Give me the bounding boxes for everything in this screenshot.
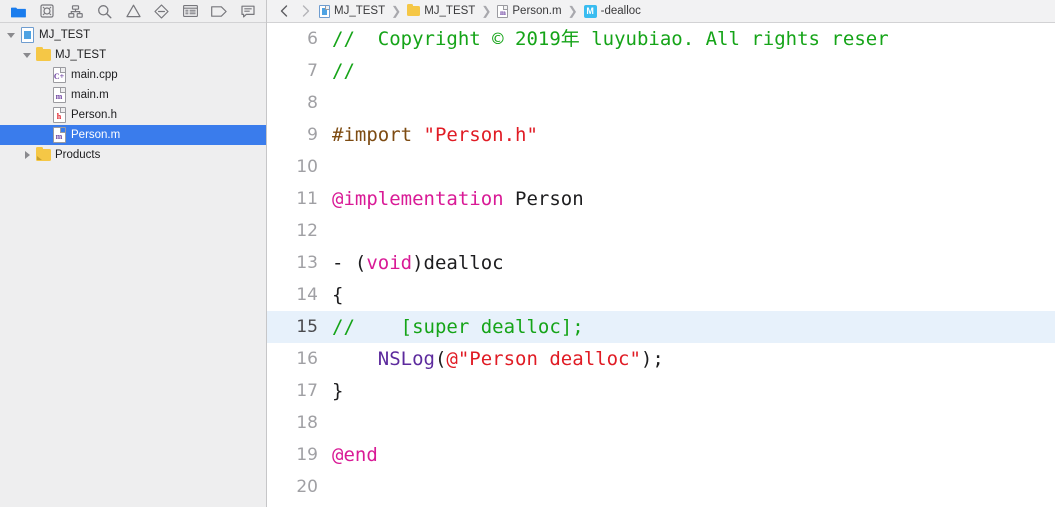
line-number: 8 bbox=[307, 93, 318, 113]
code-line-text: { bbox=[332, 284, 344, 306]
cpp-file-icon: C+ bbox=[50, 67, 68, 83]
navigate-forward-button[interactable] bbox=[295, 5, 317, 17]
project-navigator-panel: MJ_TEST MJ_TEST C+ main.cpp m main.m h Person.h… bbox=[0, 0, 267, 507]
breadcrumb-item-label: MJ_TEST bbox=[424, 5, 476, 17]
issue-navigator-icon[interactable] bbox=[119, 1, 148, 22]
tree-item-products[interactable]: Products bbox=[0, 145, 266, 165]
symbol-navigator-icon[interactable] bbox=[61, 1, 90, 22]
code-line[interactable]: 16 NSLog(@"Person dealloc"); bbox=[267, 343, 1055, 375]
code-line[interactable]: 15 // [super dealloc]; bbox=[267, 311, 1055, 343]
line-number: 6 bbox=[307, 29, 318, 49]
code-line-text: // [super dealloc]; bbox=[332, 316, 584, 338]
report-navigator-icon[interactable] bbox=[233, 1, 262, 22]
tree-item-person-m[interactable]: m Person.m bbox=[0, 125, 266, 145]
navigate-back-button[interactable] bbox=[273, 5, 295, 17]
line-number: 14 bbox=[296, 285, 318, 305]
breadcrumb-separator-icon: ❯ bbox=[391, 4, 402, 18]
objc-file-icon: m bbox=[497, 4, 509, 18]
project-document-icon bbox=[319, 4, 330, 18]
code-line-text: @implementation Person bbox=[332, 188, 584, 210]
breadcrumb-separator-icon: ❯ bbox=[481, 4, 492, 18]
line-number: 17 bbox=[296, 381, 318, 401]
code-line-text: #import "Person.h" bbox=[332, 124, 538, 146]
breadcrumb-item-label: -dealloc bbox=[600, 5, 641, 17]
tree-item-mj-test[interactable]: MJ_TEST bbox=[0, 45, 266, 65]
disclosure-triangle-icon[interactable] bbox=[4, 32, 18, 38]
method-badge-icon: M bbox=[583, 4, 597, 18]
breadcrumb-item-person-m[interactable]: m Person.m bbox=[495, 4, 563, 18]
tree-item-person-h[interactable]: h Person.h bbox=[0, 105, 266, 125]
code-line-text: // Copyright © 2019年 luyubiao. All right… bbox=[332, 28, 889, 50]
tree-item-label: MJ_TEST bbox=[55, 49, 107, 61]
code-line-text: // bbox=[332, 60, 355, 82]
navigator-toolbar bbox=[0, 0, 266, 23]
project-file-tree[interactable]: MJ_TEST MJ_TEST C+ main.cpp m main.m h Person.h… bbox=[0, 23, 266, 507]
code-line[interactable]: 13 - (void)dealloc bbox=[267, 247, 1055, 279]
tree-item-mj-test[interactable]: MJ_TEST bbox=[0, 25, 266, 45]
line-number: 15 bbox=[296, 317, 318, 337]
tree-item-label: MJ_TEST bbox=[39, 29, 91, 41]
code-line[interactable]: 9 #import "Person.h" bbox=[267, 119, 1055, 151]
code-line[interactable]: 14 { bbox=[267, 279, 1055, 311]
breadcrumb-item-mj-test[interactable]: MJ_TEST bbox=[317, 4, 387, 18]
code-line[interactable]: 12 bbox=[267, 215, 1055, 247]
debug-navigator-icon[interactable] bbox=[176, 1, 205, 22]
breadcrumb-item-label: MJ_TEST bbox=[334, 5, 386, 17]
tree-item-label: main.m bbox=[71, 89, 109, 101]
tree-item-label: Products bbox=[55, 149, 101, 161]
line-number: 19 bbox=[296, 445, 318, 465]
code-line[interactable]: 10 bbox=[267, 151, 1055, 183]
objc-file-icon: m bbox=[50, 87, 68, 103]
code-line[interactable]: 8 bbox=[267, 87, 1055, 119]
tree-item-label: Person.h bbox=[71, 109, 118, 121]
line-number: 7 bbox=[307, 61, 318, 81]
source-control-navigator-icon[interactable] bbox=[33, 1, 62, 22]
breadcrumb-item--dealloc[interactable]: M -dealloc bbox=[582, 4, 643, 18]
tree-item-main-cpp[interactable]: C+ main.cpp bbox=[0, 65, 266, 85]
line-number: 20 bbox=[296, 477, 318, 497]
line-number: 13 bbox=[296, 253, 318, 273]
breadcrumb-item-label: Person.m bbox=[512, 5, 562, 17]
code-line[interactable]: 7 // bbox=[267, 55, 1055, 87]
project-navigator-icon[interactable] bbox=[4, 1, 33, 22]
line-number: 10 bbox=[296, 157, 318, 177]
xcode-window: MJ_TEST MJ_TEST C+ main.cpp m main.m h Person.h… bbox=[0, 0, 1055, 507]
code-line[interactable]: 20 bbox=[267, 471, 1055, 503]
find-navigator-icon[interactable] bbox=[90, 1, 119, 22]
breadcrumb: MJ_TEST ❯ MJ_TEST ❯ m Person.m ❯ M -dealloc bbox=[267, 0, 1055, 23]
tree-item-label: main.cpp bbox=[71, 69, 118, 81]
test-navigator-icon[interactable] bbox=[147, 1, 176, 22]
project-document-icon bbox=[18, 27, 36, 43]
folder-icon bbox=[34, 46, 52, 61]
header-file-icon: h bbox=[50, 107, 68, 123]
code-line[interactable]: 19 @end bbox=[267, 439, 1055, 471]
line-number: 12 bbox=[296, 221, 318, 241]
code-line-text: } bbox=[332, 380, 344, 402]
code-line[interactable]: 17} bbox=[267, 375, 1055, 407]
line-number: 18 bbox=[296, 413, 318, 433]
products-folder-icon bbox=[34, 146, 52, 161]
line-number: 11 bbox=[296, 189, 318, 209]
folder-icon bbox=[407, 4, 421, 16]
breakpoint-navigator-icon[interactable] bbox=[205, 1, 234, 22]
breadcrumb-separator-icon: ❯ bbox=[567, 4, 578, 18]
source-code-editor[interactable]: 6 // Copyright © 2019年 luyubiao. All righ… bbox=[267, 23, 1055, 507]
code-line[interactable]: 18 bbox=[267, 407, 1055, 439]
tree-item-label: Person.m bbox=[71, 129, 121, 141]
editor-area: MJ_TEST ❯ MJ_TEST ❯ m Person.m ❯ M -dealloc 6// … bbox=[267, 0, 1055, 507]
line-number: 9 bbox=[307, 125, 318, 145]
tree-item-main-m[interactable]: m main.m bbox=[0, 85, 266, 105]
code-line-text: NSLog(@"Person dealloc"); bbox=[377, 348, 664, 370]
objc-file-icon: m bbox=[50, 127, 68, 143]
code-line[interactable]: 6 // Copyright © 2019年 luyubiao. All righ… bbox=[267, 23, 1055, 55]
code-line-text: @end bbox=[332, 444, 378, 466]
line-number: 16 bbox=[296, 349, 318, 369]
code-line[interactable]: 11 @implementation Person bbox=[267, 183, 1055, 215]
code-line-text: - (void)dealloc bbox=[332, 252, 504, 274]
disclosure-triangle-icon[interactable] bbox=[20, 52, 34, 58]
disclosure-triangle-icon[interactable] bbox=[20, 151, 34, 159]
breadcrumb-item-mj-test[interactable]: MJ_TEST bbox=[405, 4, 477, 17]
